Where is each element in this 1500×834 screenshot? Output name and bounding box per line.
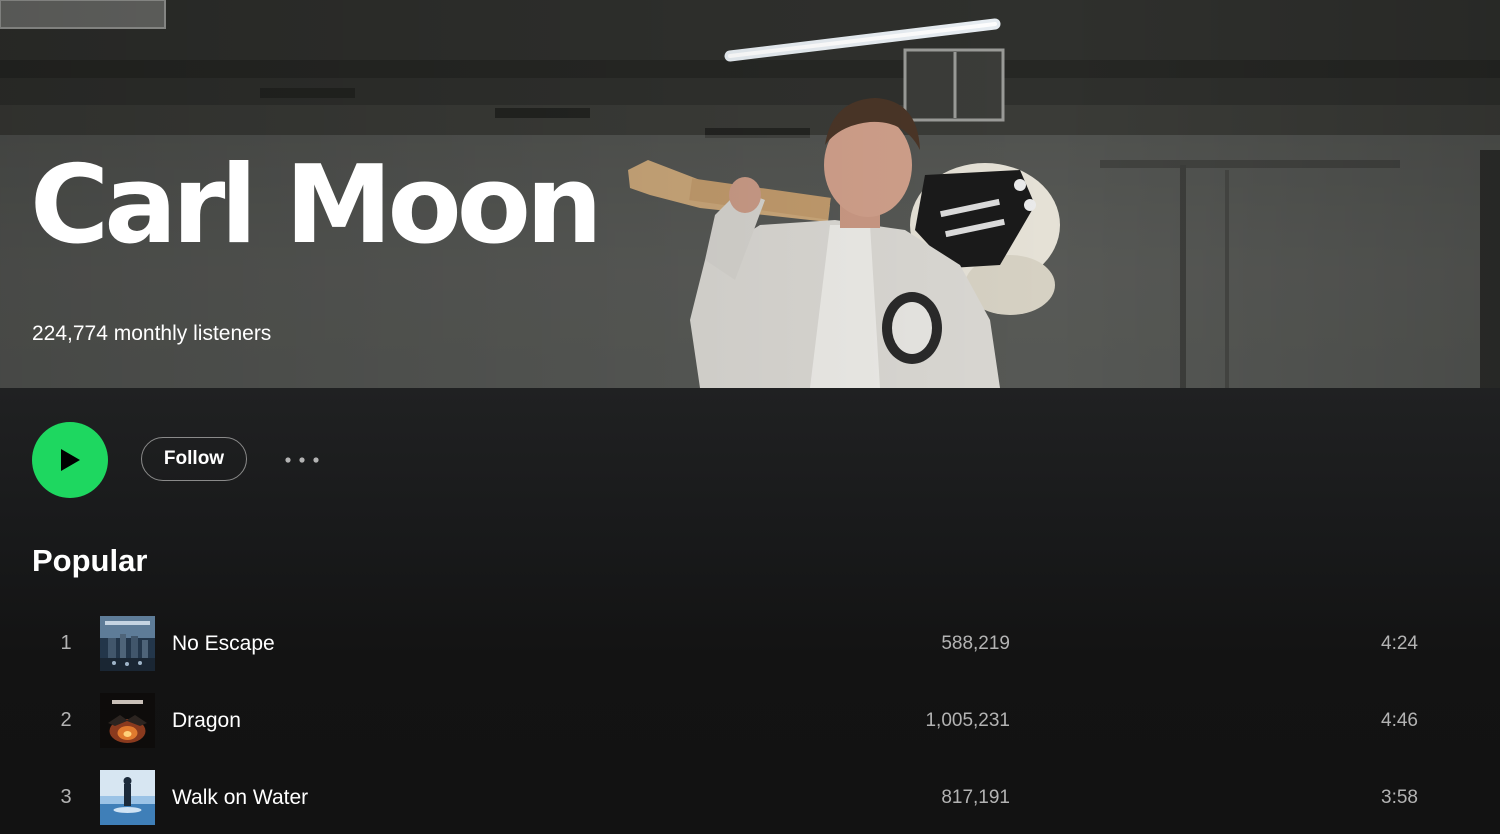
play-icon [61, 449, 80, 471]
track-number: 2 [60, 709, 72, 731]
more-options-button[interactable] [280, 445, 324, 475]
track-cover-art [100, 770, 155, 825]
track-title[interactable]: Walk on Water [172, 759, 308, 834]
track-duration: 4:24 [1381, 633, 1418, 654]
track-duration: 3:58 [1381, 787, 1418, 808]
track-cover-art [100, 693, 155, 748]
track-row[interactable]: 3 Walk on Water 817,191 3:58 [0, 759, 1500, 834]
popular-track-list: 1 No Escape 588,219 4:24 2 Dragon 1,005,… [0, 605, 1500, 834]
track-duration: 4:46 [1381, 710, 1418, 731]
track-play-count: 588,219 [941, 633, 1010, 654]
artist-page: Carl Moon 224,774 monthly listeners Foll… [0, 0, 1500, 834]
track-number: 3 [60, 786, 72, 808]
popular-section-title: Popular [32, 543, 148, 578]
more-options-icon [285, 457, 319, 463]
track-title[interactable]: Dragon [172, 682, 241, 759]
track-cover-art [100, 616, 155, 671]
monthly-listeners: 224,774 monthly listeners [32, 322, 272, 345]
follow-button[interactable]: Follow [141, 437, 247, 481]
track-play-count: 1,005,231 [925, 710, 1010, 731]
artist-header: Carl Moon 224,774 monthly listeners [0, 0, 1500, 388]
track-play-count: 817,191 [941, 787, 1010, 808]
artist-name: Carl Moon [30, 143, 603, 268]
play-button[interactable] [32, 422, 108, 498]
track-number: 1 [60, 632, 72, 654]
track-row[interactable]: 1 No Escape 588,219 4:24 [0, 605, 1500, 682]
track-title[interactable]: No Escape [172, 605, 275, 682]
track-row[interactable]: 2 Dragon 1,005,231 4:46 [0, 682, 1500, 759]
